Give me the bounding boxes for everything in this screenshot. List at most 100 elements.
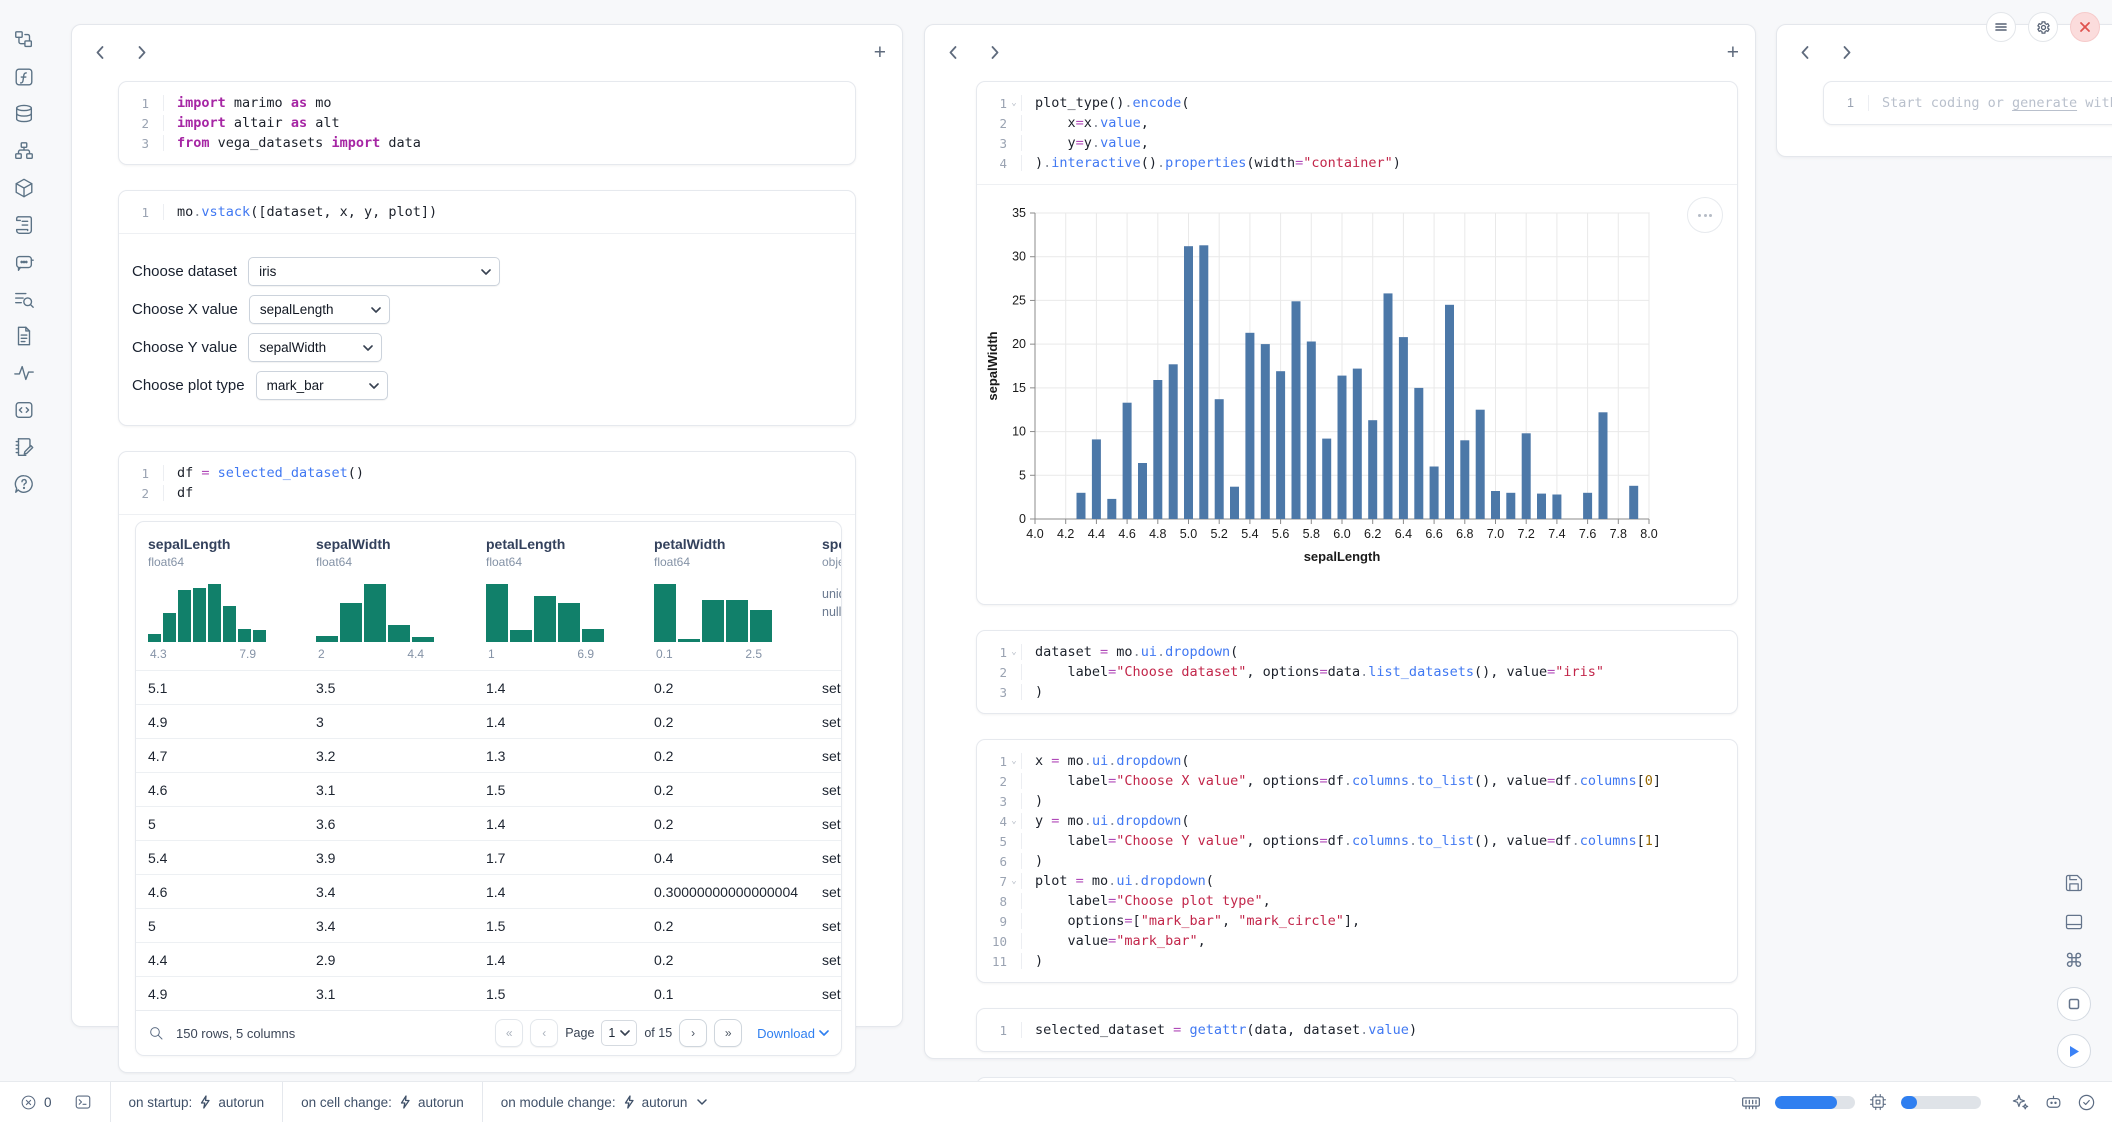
selected-dataset-cell[interactable]: 1selected_dataset = getattr(data, datase… xyxy=(976,1008,1738,1052)
chevron-left-icon[interactable] xyxy=(92,44,108,60)
prev-page-button[interactable]: ‹ xyxy=(530,1019,558,1047)
fold-chevron-icon[interactable]: ⌄ xyxy=(1007,99,1021,108)
connection-status-icon[interactable] xyxy=(2077,1093,2096,1112)
code-placeholder[interactable]: Start coding or generate with xyxy=(1868,95,2112,111)
code-line[interactable]: 1mo.vstack([dataset, x, y, plot]) xyxy=(119,202,855,222)
save-button[interactable] xyxy=(2061,870,2087,896)
keyboard-shortcuts-button[interactable]: ⌘ xyxy=(2061,948,2087,974)
table-row[interactable]: 53.41.50.2setosa xyxy=(136,908,841,942)
table-row[interactable]: 5.13.51.40.2setosa xyxy=(136,670,841,704)
chat-bot-icon[interactable] xyxy=(2044,1093,2063,1112)
table-row[interactable]: 4.73.21.30.2setosa xyxy=(136,738,841,772)
code-line[interactable]: 11) xyxy=(977,951,1737,971)
fold-chevron-icon[interactable]: ⌄ xyxy=(1007,817,1021,826)
document-icon[interactable] xyxy=(12,324,36,348)
chevron-left-icon[interactable] xyxy=(945,44,961,60)
table-row[interactable]: 4.63.41.40.30000000000000004setosa xyxy=(136,874,841,908)
ai-sparkles-icon[interactable] xyxy=(2011,1093,2030,1112)
dropdown-select[interactable]: sepalLength xyxy=(249,295,390,324)
chart-cell[interactable]: 1⌄plot_type().encode(2 x=x.value,3 y=y.v… xyxy=(976,81,1738,605)
code-line[interactable]: 3from vega_datasets import data xyxy=(119,133,855,153)
code-line[interactable]: 9 options=["mark_bar", "mark_circle"], xyxy=(977,911,1737,931)
first-page-button[interactable]: « xyxy=(495,1019,523,1047)
autorun-config-item[interactable]: on cell change: autorun xyxy=(297,1082,468,1122)
code-line[interactable]: 6) xyxy=(977,851,1737,871)
imports-cell[interactable]: 1import marimo as mo2import altair as al… xyxy=(118,81,856,165)
code-line[interactable]: 1selected_dataset = getattr(data, datase… xyxy=(977,1020,1737,1040)
package-icon[interactable] xyxy=(12,176,36,200)
fold-chevron-icon[interactable]: ⌄ xyxy=(1007,757,1021,766)
code-line[interactable]: 3) xyxy=(977,682,1737,702)
code-line[interactable]: 4⌄y = mo.ui.dropdown( xyxy=(977,811,1737,831)
code-snippet-icon[interactable] xyxy=(12,398,36,422)
table-column-header[interactable]: sepalWidthfloat6424.4 xyxy=(304,522,474,670)
chart-output[interactable]: 4.04.24.44.64.85.05.25.45.65.86.06.26.46… xyxy=(977,184,1737,604)
fold-chevron-icon[interactable]: ⌄ xyxy=(1007,648,1021,657)
chart-options-button[interactable] xyxy=(1687,197,1723,233)
code-line[interactable]: 3 y=y.value, xyxy=(977,133,1737,153)
code-line[interactable]: 1⌄plot_type().encode( xyxy=(977,93,1737,113)
run-all-button[interactable] xyxy=(2057,1034,2091,1068)
autorun-config-item[interactable]: on startup: autorun xyxy=(125,1082,269,1122)
generate-link[interactable]: generate xyxy=(2012,95,2077,111)
table-column-header[interactable]: petalWidthfloat640.12.5 xyxy=(642,522,810,670)
table-row[interactable]: 5.43.91.70.4setosa xyxy=(136,840,841,874)
code-line[interactable]: 7⌄plot = mo.ui.dropdown( xyxy=(977,871,1737,891)
settings-gear-button[interactable] xyxy=(2028,12,2058,42)
table-row[interactable]: 4.93.11.50.1setosa xyxy=(136,976,841,1010)
script-icon[interactable] xyxy=(12,213,36,237)
last-page-button[interactable]: » xyxy=(714,1019,742,1047)
chevron-right-icon[interactable] xyxy=(987,44,1003,60)
scratchpad-icon[interactable] xyxy=(12,435,36,459)
dataframe-cell[interactable]: 1df = selected_dataset()2df sepalLengthf… xyxy=(118,451,856,1073)
search-icon[interactable] xyxy=(148,1025,164,1041)
dependency-graph-icon[interactable] xyxy=(12,139,36,163)
table-row[interactable]: 53.61.40.2setosa xyxy=(136,806,841,840)
code-line[interactable]: 1⌄x = mo.ui.dropdown( xyxy=(977,751,1737,771)
code-line[interactable]: 5 label="Choose Y value", options=df.col… xyxy=(977,831,1737,851)
vstack-cell[interactable]: 1mo.vstack([dataset, x, y, plot]) Choose… xyxy=(118,190,856,426)
add-cell-button[interactable]: + xyxy=(874,42,886,63)
table-row[interactable]: 4.63.11.50.2setosa xyxy=(136,772,841,806)
fold-chevron-icon[interactable]: ⌄ xyxy=(1007,877,1021,886)
terminal-button[interactable] xyxy=(70,1082,96,1122)
code-line[interactable]: 1import marimo as mo xyxy=(119,93,855,113)
code-line[interactable]: 8 label="Choose plot type", xyxy=(977,891,1737,911)
dataset-dropdown-cell[interactable]: 1⌄dataset = mo.ui.dropdown(2 label="Choo… xyxy=(976,630,1738,714)
new-cell[interactable]: 1 Start coding or generate with xyxy=(1823,81,2112,125)
menu-button[interactable] xyxy=(1986,12,2016,42)
dropdown-select[interactable]: mark_bar xyxy=(256,371,388,400)
page-select[interactable]: 1 xyxy=(601,1020,637,1046)
stop-button[interactable] xyxy=(2057,987,2091,1021)
add-cell-button[interactable]: + xyxy=(1727,42,1739,63)
function-icon[interactable] xyxy=(12,65,36,89)
table-column-header[interactable]: speciesobjectunique:nulls: xyxy=(810,522,841,670)
code-line[interactable]: 1⌄dataset = mo.ui.dropdown( xyxy=(977,642,1737,662)
dropdown-select[interactable]: iris xyxy=(248,257,500,286)
table-row[interactable]: 4.42.91.40.2setosa xyxy=(136,942,841,976)
log-search-icon[interactable] xyxy=(12,287,36,311)
code-line[interactable]: 2 x=x.value, xyxy=(977,113,1737,133)
error-count[interactable]: 0 xyxy=(16,1082,56,1122)
download-button[interactable]: Download xyxy=(757,1026,829,1041)
database-icon[interactable] xyxy=(12,102,36,126)
shutdown-close-button[interactable] xyxy=(2070,12,2100,42)
bar-chart[interactable]: 4.04.24.44.64.85.05.25.45.65.86.06.26.46… xyxy=(983,197,1699,589)
code-line[interactable]: 2df xyxy=(119,483,855,503)
xy-plot-dropdown-cell[interactable]: 1⌄x = mo.ui.dropdown(2 label="Choose X v… xyxy=(976,739,1738,983)
code-line[interactable]: 2 label="Choose X value", options=df.col… xyxy=(977,771,1737,791)
code-line[interactable]: 2import altair as alt xyxy=(119,113,855,133)
chevron-right-icon[interactable] xyxy=(1839,44,1855,60)
help-icon[interactable] xyxy=(12,472,36,496)
code-line[interactable]: 10 value="mark_bar", xyxy=(977,931,1737,951)
file-tree-icon[interactable] xyxy=(12,28,36,52)
chat-bot-icon[interactable] xyxy=(12,250,36,274)
console-panel-button[interactable] xyxy=(2061,909,2087,935)
chevron-right-icon[interactable] xyxy=(134,44,150,60)
dropdown-select[interactable]: sepalWidth xyxy=(248,333,382,362)
code-line[interactable]: 2 label="Choose dataset", options=data.l… xyxy=(977,662,1737,682)
next-page-button[interactable]: › xyxy=(679,1019,707,1047)
code-line[interactable]: 4).interactive().properties(width="conta… xyxy=(977,153,1737,173)
activity-icon[interactable] xyxy=(12,361,36,385)
table-column-header[interactable]: sepalLengthfloat644.37.9 xyxy=(136,522,304,670)
